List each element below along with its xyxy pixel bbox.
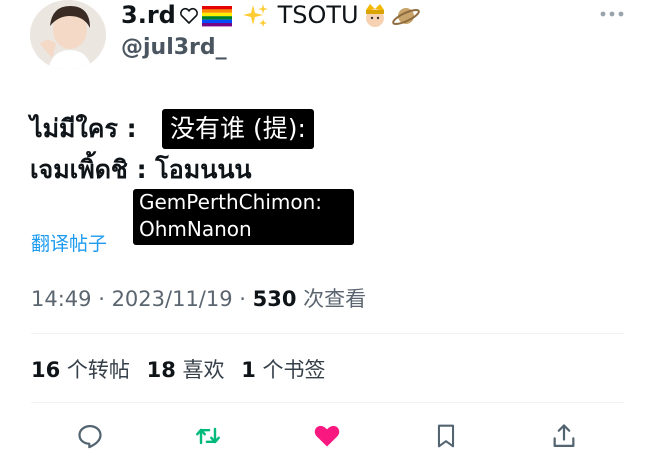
display-name-text: 3.rd — [121, 1, 176, 29]
subtitle-box-1: 没有谁 (提): — [162, 109, 314, 149]
repost-icon — [196, 427, 220, 445]
reposts-label: 个转帖 — [60, 358, 130, 382]
avatar[interactable] — [30, 0, 106, 70]
views-label: 次查看 — [296, 287, 367, 311]
bookmarks-count: 1 — [241, 358, 256, 382]
reply-icon — [78, 424, 102, 449]
tweet-line-2: เจมเพิ้ดชิ : โอมนนน — [30, 155, 252, 184]
bookmark-button[interactable] — [430, 420, 462, 452]
sparkles-icon — [243, 4, 269, 27]
repost-button[interactable] — [192, 420, 224, 452]
subtitle-box-2-line-a: GemPerthChimon: — [139, 190, 323, 214]
meta-separator: · — [91, 287, 112, 311]
bookmarks-label: 个书签 — [255, 358, 326, 382]
views-count: 530 — [252, 287, 297, 311]
avatar-image — [30, 0, 106, 70]
reposts-count: 16 — [31, 358, 61, 382]
meta-separator: · — [232, 287, 253, 311]
divider — [31, 402, 624, 403]
post-date[interactable]: 2023/11/19 — [112, 287, 233, 311]
subtitle-box-2: GemPerthChimon: OhmNanon — [133, 189, 354, 245]
post-stats: 16 个转帖 18 喜欢 1 个书签 — [31, 356, 336, 384]
reply-button[interactable] — [74, 420, 106, 452]
post-meta: 14:49 · 2023/11/19 · 530 次查看 — [31, 285, 366, 313]
heart-icon — [314, 425, 340, 447]
likes-label: 喜欢 — [175, 358, 225, 382]
tweet-line-1: ไม่มีใคร : — [30, 114, 137, 143]
reposts-stat[interactable]: 16 个转帖 — [31, 356, 130, 384]
white-heart-icon — [179, 7, 198, 25]
like-button[interactable] — [311, 420, 343, 452]
translate-post-link[interactable]: 翻译帖子 — [31, 232, 107, 256]
post-time[interactable]: 14:49 — [31, 287, 92, 311]
author-handle[interactable]: @jul3rd_ — [121, 34, 227, 62]
likes-count: 18 — [146, 358, 176, 382]
share-icon — [553, 424, 575, 448]
prince-icon — [365, 4, 384, 27]
subtitle-box-2-line-b: OhmNanon — [139, 217, 252, 241]
share-button[interactable] — [548, 420, 580, 452]
bookmark-icon — [437, 424, 455, 448]
divider — [31, 333, 624, 334]
more-options-icon[interactable] — [598, 6, 626, 20]
ringed-planet-icon — [391, 8, 420, 25]
rainbow-flag-icon — [201, 6, 232, 27]
bookmarks-stat[interactable]: 1 个书签 — [241, 356, 325, 384]
display-name-suffix: TSOTU — [277, 1, 359, 29]
author-display-name[interactable]: 3.rd TSOTU — [121, 0, 421, 30]
likes-stat[interactable]: 18 喜欢 — [147, 356, 225, 384]
